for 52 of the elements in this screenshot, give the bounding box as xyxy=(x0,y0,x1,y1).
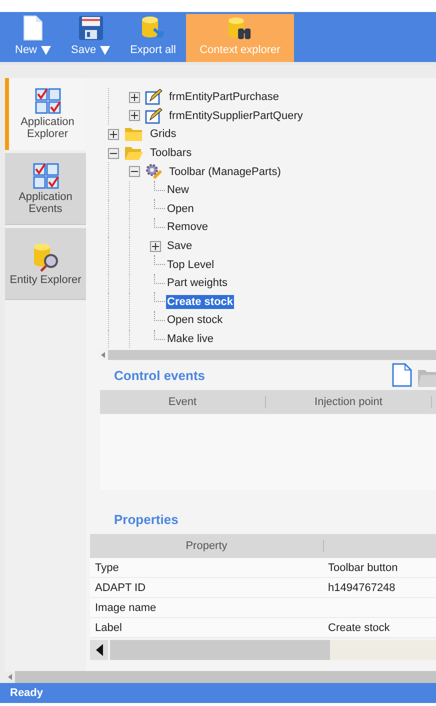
property-name: ADAPT ID xyxy=(94,582,147,594)
property-name: Label xyxy=(94,622,123,634)
checkbox-grid-icon xyxy=(34,88,60,114)
tree-item[interactable]: Toolbar (ManageParts) xyxy=(168,164,282,179)
tree-item[interactable]: Remove xyxy=(166,220,209,234)
section-title: Properties xyxy=(114,512,178,526)
tree-item[interactable]: Toolbars xyxy=(149,146,193,160)
toolbar-button[interactable]: Export all xyxy=(120,12,186,62)
tree-item[interactable]: frmEntityPartPurchase xyxy=(168,90,280,104)
tree-item[interactable]: New xyxy=(166,183,190,198)
scrollbar-thumb[interactable] xyxy=(108,350,436,360)
status-text: Ready xyxy=(0,683,436,703)
scroll-left-icon[interactable] xyxy=(96,644,102,656)
new-document-icon[interactable] xyxy=(392,363,412,387)
sidebar-tab[interactable]: Application Explorer xyxy=(5,78,86,150)
tree-item[interactable]: Part weights xyxy=(166,276,229,290)
collapse-toggle[interactable] xyxy=(108,148,119,159)
checkbox-grid-icon xyxy=(32,162,58,188)
form-pen-icon xyxy=(145,108,163,124)
sidebar-tab[interactable]: Entity Explorer xyxy=(5,228,86,300)
tree-item[interactable]: Open xyxy=(166,202,195,216)
tree-item[interactable]: frmEntitySupplierPartQuery xyxy=(168,108,304,123)
property-name: Type xyxy=(94,562,120,574)
tree-item[interactable]: Make live xyxy=(166,332,214,346)
expand-toggle[interactable] xyxy=(150,240,161,252)
tree-item[interactable]: Save xyxy=(166,239,194,254)
section-title: Control events xyxy=(114,368,206,382)
property-value: Create stock xyxy=(328,622,390,634)
expand-toggle[interactable] xyxy=(129,110,140,122)
folder-icon xyxy=(124,126,144,142)
tree-item[interactable]: Create stock xyxy=(166,294,234,309)
property-value: Toolbar button xyxy=(328,562,398,574)
property-name: Image name xyxy=(94,602,158,614)
open-folder-icon xyxy=(124,145,144,162)
toolbar-button[interactable]: New xyxy=(5,12,62,62)
tree-item[interactable]: Grids xyxy=(149,127,178,142)
column-header[interactable]: Injection point xyxy=(266,396,432,408)
scrollbar-thumb[interactable] xyxy=(15,671,436,683)
tree-item[interactable]: Open stock xyxy=(166,313,224,328)
collapse-toggle[interactable] xyxy=(129,166,140,178)
expand-toggle[interactable] xyxy=(108,128,119,140)
column-header[interactable]: Event xyxy=(100,396,266,408)
scrollbar-thumb[interactable] xyxy=(110,640,330,660)
document-icon xyxy=(22,15,44,41)
sidebar-tab[interactable]: Application Events xyxy=(5,153,86,225)
toolbar-button[interactable]: Save xyxy=(61,12,120,62)
tree-item[interactable]: Top Level xyxy=(166,258,216,272)
gear-wrench-icon xyxy=(145,162,163,181)
form-pen-icon xyxy=(145,89,163,106)
database-magnifier-icon xyxy=(32,242,60,272)
expand-toggle[interactable] xyxy=(129,92,140,103)
property-value: h1494767248 xyxy=(328,582,396,594)
